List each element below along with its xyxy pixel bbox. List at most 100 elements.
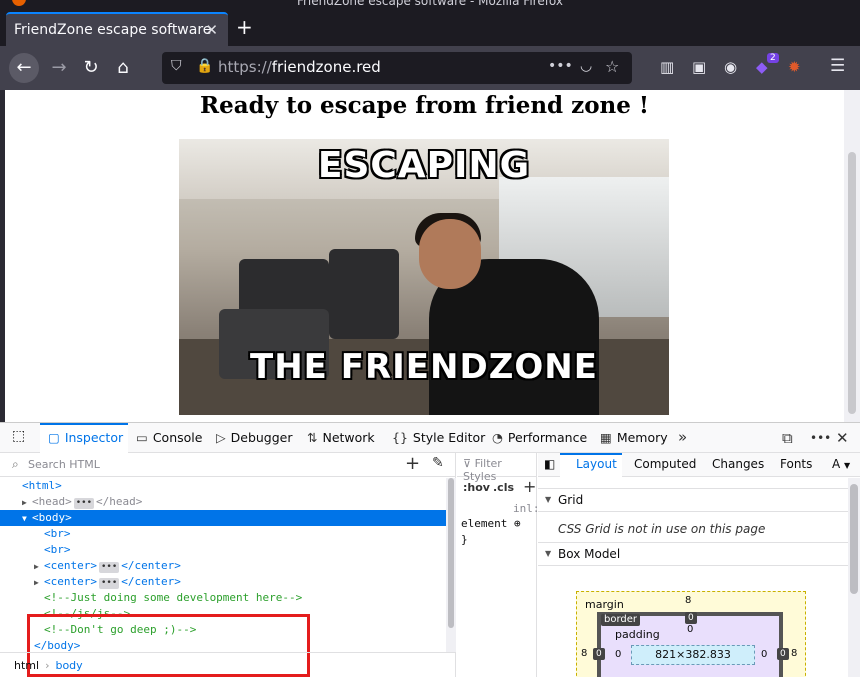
border-top-value[interactable]: 0 — [685, 612, 697, 624]
url-text[interactable]: https://friendzone.red — [218, 58, 381, 76]
devtools-toolbar: ⬚ ▢ Inspector ▭ Console ▷ Debugger ⇅ Network… — [0, 423, 860, 453]
breadcrumb-html[interactable]: html — [14, 659, 39, 672]
padding-right-value[interactable]: 0 — [761, 649, 767, 660]
eyedropper-icon[interactable]: ✎ — [432, 455, 444, 471]
breadcrumb-body[interactable]: body — [55, 659, 82, 672]
element-rule[interactable]: element ⊕ — [461, 517, 521, 530]
filter-styles-input[interactable]: ⊽ Filter Styles — [457, 453, 537, 483]
nav-bar: ← → ↻ ⌂ ⛉ 🔒 https://friendzone.red ••• ◡… — [0, 46, 860, 90]
margin-left-value[interactable]: 8 — [581, 648, 587, 659]
escaping-gif: ESCAPING THE FRIENDZONE — [179, 139, 669, 415]
sidebar-toggle-icon[interactable]: ◧ — [544, 457, 555, 471]
tab-memory[interactable]: ▦ Memory — [600, 430, 668, 445]
extension-badge: 2 — [767, 53, 779, 63]
performance-icon: ◔ — [492, 430, 503, 445]
tab-computed[interactable]: Computed — [634, 457, 696, 471]
box-model-diagram: margin 8 border 0 padding 0 821×382.833 … — [576, 591, 806, 677]
shield-icon[interactable]: ⛉ — [171, 58, 182, 74]
page-scrollbar[interactable] — [844, 90, 860, 422]
page-heading: Ready to escape from friend zone ! — [199, 92, 650, 119]
chevron-down-icon[interactable]: ▼ — [844, 461, 850, 470]
element-picker-icon[interactable]: ⬚ — [12, 428, 25, 444]
node-center[interactable]: ▶ <center> ••• </center> — [0, 558, 446, 574]
tab-performance[interactable]: ◔ Performance — [492, 430, 587, 445]
inspector-icon: ▢ — [48, 430, 60, 445]
tab-close-icon[interactable]: ✕ — [205, 21, 218, 39]
filter-icon: ⊽ — [463, 457, 475, 470]
tab-changes[interactable]: Changes — [712, 457, 764, 471]
bookmark-star-icon[interactable]: ☆ — [605, 57, 619, 76]
border-label: border — [601, 614, 641, 626]
home-button[interactable]: ⌂ — [108, 53, 138, 83]
node-head[interactable]: ▶ <head> ••• </head> — [0, 494, 446, 510]
tab-style-editor[interactable]: {} Style Editor — [392, 430, 485, 445]
grid-section-header[interactable]: ▼ Grid — [538, 488, 860, 512]
new-tab-button[interactable]: + — [236, 16, 253, 38]
dock-icon[interactable]: ⧉ — [782, 429, 793, 447]
reload-button[interactable]: ↻ — [76, 53, 106, 83]
page-content: Ready to escape from friend zone ! ESCAP… — [5, 90, 844, 422]
node-br[interactable]: <br> — [0, 526, 446, 542]
padding-label: padding — [615, 628, 660, 641]
node-html[interactable]: <html> — [0, 478, 446, 494]
add-node-button[interactable]: + — [405, 453, 420, 474]
menu-icon[interactable]: ☰ — [830, 56, 845, 76]
layout-scrollbar[interactable] — [848, 478, 860, 677]
triangle-down-icon: ▼ — [545, 549, 552, 558]
border-box: border 0 padding 0 821×382.833 0 0 — [597, 612, 783, 677]
chevron-right-icon: › — [45, 659, 50, 672]
add-rule-button[interactable]: + — [523, 477, 536, 496]
lock-warning-icon[interactable]: 🔒 — [196, 58, 213, 74]
gif-top-caption: ESCAPING — [317, 145, 531, 186]
memory-icon: ▦ — [600, 430, 612, 445]
margin-right-value[interactable]: 8 — [791, 648, 797, 659]
tab-network[interactable]: ⇅ Network — [307, 430, 375, 445]
sidebar-icon[interactable]: ▣ — [692, 58, 706, 76]
page-actions-icon[interactable]: ••• — [548, 58, 573, 74]
cls-toggle[interactable]: .cls — [493, 481, 514, 494]
tab-fonts[interactable]: Fonts — [780, 457, 812, 471]
rule-close-brace: } — [461, 533, 468, 546]
tab-animations[interactable]: A — [832, 457, 840, 471]
tab-inspector[interactable]: ▢ Inspector — [48, 430, 123, 445]
network-icon: ⇅ — [307, 430, 318, 445]
pocket-icon[interactable]: ◡ — [580, 58, 592, 74]
devtools-menu-icon[interactable]: ••• — [810, 431, 831, 445]
more-tools-icon[interactable]: » — [678, 428, 687, 446]
triangle-down-icon: ▼ — [545, 495, 552, 504]
console-icon: ▭ — [136, 430, 148, 445]
search-html-row: ⌕ Search HTML + ✎ — [0, 453, 456, 477]
tab-debugger[interactable]: ▷ Debugger — [216, 430, 293, 445]
tab-console[interactable]: ▭ Console — [136, 430, 202, 445]
breadcrumb: html › body — [0, 652, 456, 677]
node-br[interactable]: <br> — [0, 542, 446, 558]
markup-scrollbar[interactable] — [446, 478, 456, 652]
window-title: FriendZone escape software - Mozilla Fir… — [296, 0, 564, 8]
node-picker-icon: ⊕ — [513, 517, 521, 530]
extension-icon[interactable]: ◆ — [756, 58, 768, 76]
node-center[interactable]: ▶ <center> ••• </center> — [0, 574, 446, 590]
debugger-icon: ▷ — [216, 430, 226, 445]
layout-panel: ◧ Layout Computed Changes Fonts A ▼ ▼ Gri… — [538, 453, 860, 677]
devtools-close-icon[interactable]: ✕ — [836, 429, 849, 447]
back-button[interactable]: ← — [9, 53, 39, 83]
tab-friendzone[interactable]: FriendZone escape software ✕ — [6, 12, 228, 46]
search-html-input[interactable]: Search HTML — [28, 458, 100, 471]
foxyproxy-icon[interactable]: ✹ — [788, 58, 801, 76]
padding-top-value[interactable]: 0 — [687, 624, 693, 635]
url-bar[interactable]: ⛉ 🔒 https://friendzone.red ••• ◡ ☆ — [162, 52, 632, 84]
margin-top-value[interactable]: 8 — [685, 595, 691, 606]
boxmodel-section-header[interactable]: ▼ Box Model — [538, 542, 860, 566]
border-left-value[interactable]: 0 — [593, 648, 605, 660]
tab-layout[interactable]: Layout — [576, 457, 617, 471]
padding-left-value[interactable]: 0 — [615, 649, 621, 660]
node-comment[interactable]: <!--Just doing some development here--> — [0, 590, 446, 606]
hov-toggle[interactable]: :hov — [463, 481, 490, 494]
style-editor-icon: {} — [392, 430, 408, 445]
node-body[interactable]: ▼ <body> — [0, 510, 446, 526]
forward-button[interactable]: → — [44, 53, 74, 83]
library-icon[interactable]: ▥ — [660, 58, 674, 76]
account-icon[interactable]: ◉ — [724, 58, 737, 76]
content-size: 821×382.833 — [631, 645, 755, 665]
border-right-value[interactable]: 0 — [777, 648, 789, 660]
